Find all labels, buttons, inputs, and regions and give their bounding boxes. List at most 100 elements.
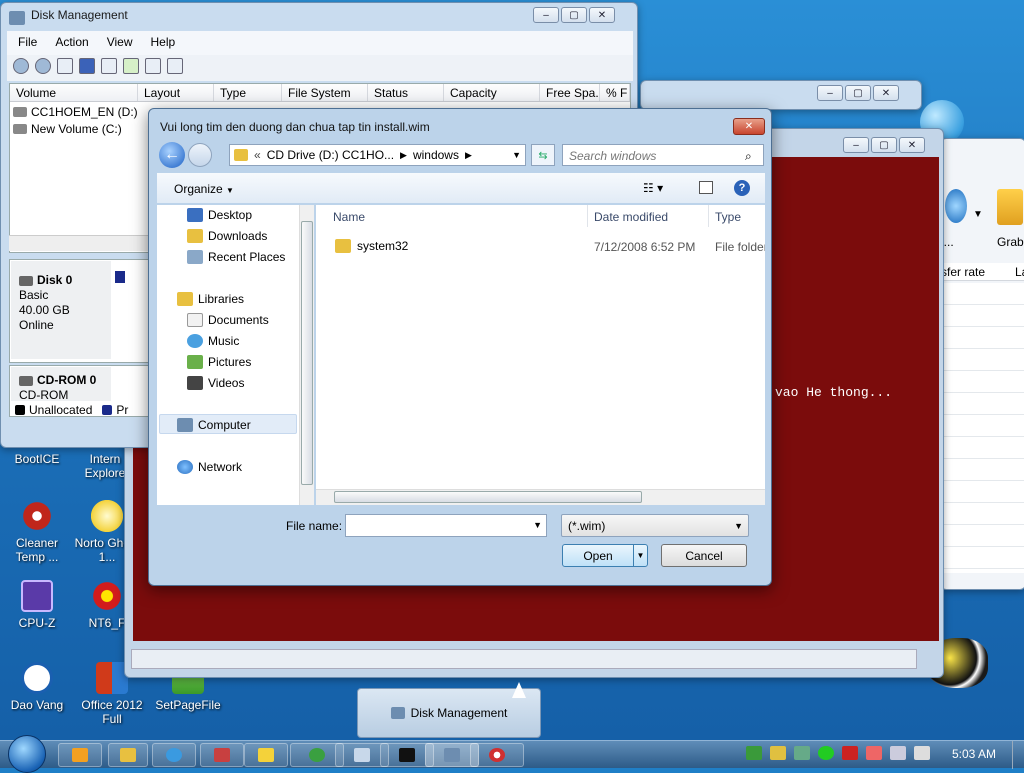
nav-item-network[interactable]: Network bbox=[177, 460, 242, 474]
file-type-filter[interactable]: (*.wim) ▼ bbox=[561, 514, 749, 537]
close-button[interactable]: ✕ bbox=[873, 85, 899, 101]
scrollbar-thumb[interactable] bbox=[301, 221, 313, 485]
search-input[interactable]: Search windows bbox=[562, 144, 764, 166]
desktop-icon-cpu-z[interactable]: CPU-Z bbox=[2, 580, 72, 630]
column-free-space[interactable]: Free Spa... bbox=[540, 84, 600, 101]
refresh-button[interactable]: ⇆ bbox=[531, 144, 555, 166]
refresh-icon[interactable] bbox=[123, 58, 139, 74]
tray-app-icon[interactable] bbox=[770, 746, 786, 760]
column-status[interactable]: Status bbox=[368, 84, 444, 101]
taskbar-internet-explorer[interactable] bbox=[152, 743, 196, 767]
column-file-system[interactable]: File System bbox=[282, 84, 368, 101]
column-layout[interactable]: Layout bbox=[138, 84, 214, 101]
desktop-icon-cleaner[interactable]: Cleaner Temp ... bbox=[2, 500, 72, 564]
table-row[interactable]: CC1HOEM_EN (D:) bbox=[13, 105, 138, 119]
maximize-button[interactable]: ▢ bbox=[871, 137, 897, 153]
column-volume[interactable]: Volume bbox=[10, 84, 138, 101]
address-bar[interactable]: « CD Drive (D:) CC1HO... ▶ windows ▶ ▼ bbox=[229, 144, 526, 166]
tray-flag-icon[interactable] bbox=[866, 746, 882, 760]
nav-item-videos[interactable]: Videos bbox=[187, 376, 244, 390]
back-button[interactable]: ← bbox=[159, 142, 185, 168]
tray-volume-muted-icon[interactable] bbox=[914, 746, 930, 760]
column-capacity[interactable]: Capacity bbox=[444, 84, 540, 101]
maximize-button[interactable]: ▢ bbox=[845, 85, 871, 101]
tray-network-icon[interactable] bbox=[746, 746, 762, 760]
help-icon[interactable]: ? bbox=[734, 180, 750, 196]
forward-button[interactable] bbox=[188, 143, 212, 167]
chevron-down-icon[interactable]: ▼ bbox=[512, 150, 521, 160]
table-row[interactable]: New Volume (C:) bbox=[13, 122, 122, 136]
organize-button[interactable]: Organize ▼ bbox=[174, 182, 234, 196]
column-header-la[interactable]: La bbox=[1015, 265, 1024, 279]
properties-icon[interactable] bbox=[57, 58, 73, 74]
toolbar-app-icon[interactable] bbox=[945, 189, 967, 223]
partition-bar[interactable] bbox=[115, 271, 125, 283]
chevron-right-icon[interactable]: ▶ bbox=[465, 150, 472, 161]
desktop-icon-booticE[interactable]: BootICE bbox=[2, 452, 72, 466]
show-desktop-button[interactable] bbox=[1012, 741, 1024, 769]
scrollbar-thumb[interactable] bbox=[334, 491, 642, 503]
background-window[interactable]: – ▢ ✕ bbox=[640, 80, 922, 110]
nav-item-music[interactable]: Music bbox=[187, 334, 239, 348]
list-item[interactable]: system32 bbox=[335, 239, 408, 253]
preview-pane-icon[interactable] bbox=[699, 181, 713, 194]
minimize-button[interactable]: – bbox=[533, 7, 559, 23]
column-type[interactable]: Type bbox=[214, 84, 282, 101]
rescan-icon[interactable] bbox=[167, 58, 183, 74]
taskbar-explorer[interactable] bbox=[108, 743, 148, 767]
nav-item-pictures[interactable]: Pictures bbox=[187, 355, 251, 369]
close-button[interactable]: ✕ bbox=[589, 7, 615, 23]
column-header-type[interactable]: Type bbox=[715, 210, 741, 224]
menu-file[interactable]: File bbox=[9, 35, 46, 49]
column-header-name[interactable]: Name bbox=[333, 210, 365, 224]
column-header-transfer-rate[interactable]: sfer rate bbox=[941, 265, 985, 279]
tray-shield-icon[interactable] bbox=[842, 746, 858, 760]
desktop-icon-dao-vang[interactable]: Dao Vang bbox=[2, 662, 72, 712]
cdrom-0-panel[interactable]: CD-ROM 0 CD-ROM bbox=[11, 367, 111, 402]
breadcrumb-drive[interactable]: CD Drive (D:) CC1HO... bbox=[267, 148, 394, 162]
split-dropdown-icon[interactable]: ▼ bbox=[633, 545, 647, 566]
menu-view[interactable]: View bbox=[98, 35, 142, 49]
explorer-window-partial[interactable]: ▼ u... Grabb sfer rate La bbox=[937, 138, 1024, 590]
breadcrumb-folder[interactable]: windows bbox=[413, 148, 459, 162]
column-header-date-modified[interactable]: Date modified bbox=[594, 210, 668, 224]
settings-icon[interactable] bbox=[145, 58, 161, 74]
file-name-input[interactable]: ▼ bbox=[345, 514, 547, 537]
horizontal-scrollbar[interactable] bbox=[316, 489, 765, 505]
menu-action[interactable]: Action bbox=[46, 35, 97, 49]
taskbar-lifebuoy[interactable] bbox=[470, 743, 524, 767]
column-percent-free[interactable]: % F bbox=[600, 84, 630, 101]
nav-item-documents[interactable]: Documents bbox=[187, 313, 269, 327]
start-button[interactable] bbox=[8, 735, 46, 773]
open-file-dialog[interactable]: Vui long tim den duong dan chua tap tin … bbox=[148, 108, 772, 586]
close-button[interactable]: ✕ bbox=[733, 118, 765, 135]
nav-item-desktop[interactable]: Desktop bbox=[187, 208, 252, 222]
open-button[interactable]: Open ▼ bbox=[562, 544, 648, 567]
taskbar-ghost[interactable] bbox=[244, 743, 288, 767]
tray-tool-icon[interactable] bbox=[794, 746, 810, 760]
nav-item-recent-places[interactable]: Recent Places bbox=[187, 250, 285, 264]
forward-icon[interactable] bbox=[35, 58, 51, 74]
view-icon[interactable] bbox=[101, 58, 117, 74]
nav-item-computer[interactable]: Computer bbox=[177, 418, 251, 432]
close-button[interactable]: ✕ bbox=[899, 137, 925, 153]
minimize-button[interactable]: – bbox=[843, 137, 869, 153]
taskbar-app[interactable] bbox=[200, 743, 244, 767]
tray-monitor-icon[interactable] bbox=[890, 746, 906, 760]
chevron-right-icon[interactable]: ▶ bbox=[400, 150, 407, 161]
help-icon[interactable] bbox=[79, 58, 95, 74]
view-options-icon[interactable]: ☷ ▾ bbox=[643, 181, 663, 195]
horizontal-scrollbar[interactable] bbox=[9, 235, 149, 251]
nav-item-downloads[interactable]: Downloads bbox=[187, 229, 267, 243]
back-icon[interactable] bbox=[13, 58, 29, 74]
maximize-button[interactable]: ▢ bbox=[561, 7, 587, 23]
minimize-button[interactable]: – bbox=[817, 85, 843, 101]
cancel-button[interactable]: Cancel bbox=[661, 544, 747, 567]
nav-scrollbar[interactable] bbox=[299, 205, 314, 505]
taskbar-media-player[interactable] bbox=[58, 743, 102, 767]
clock[interactable]: 5:03 AM bbox=[952, 747, 996, 761]
disk-0-panel[interactable]: Disk 0 Basic 40.00 GB Online bbox=[11, 261, 111, 359]
menu-help[interactable]: Help bbox=[142, 35, 185, 49]
dropdown-arrow-icon[interactable]: ▼ bbox=[973, 209, 983, 220]
tray-play-icon[interactable] bbox=[818, 746, 834, 760]
